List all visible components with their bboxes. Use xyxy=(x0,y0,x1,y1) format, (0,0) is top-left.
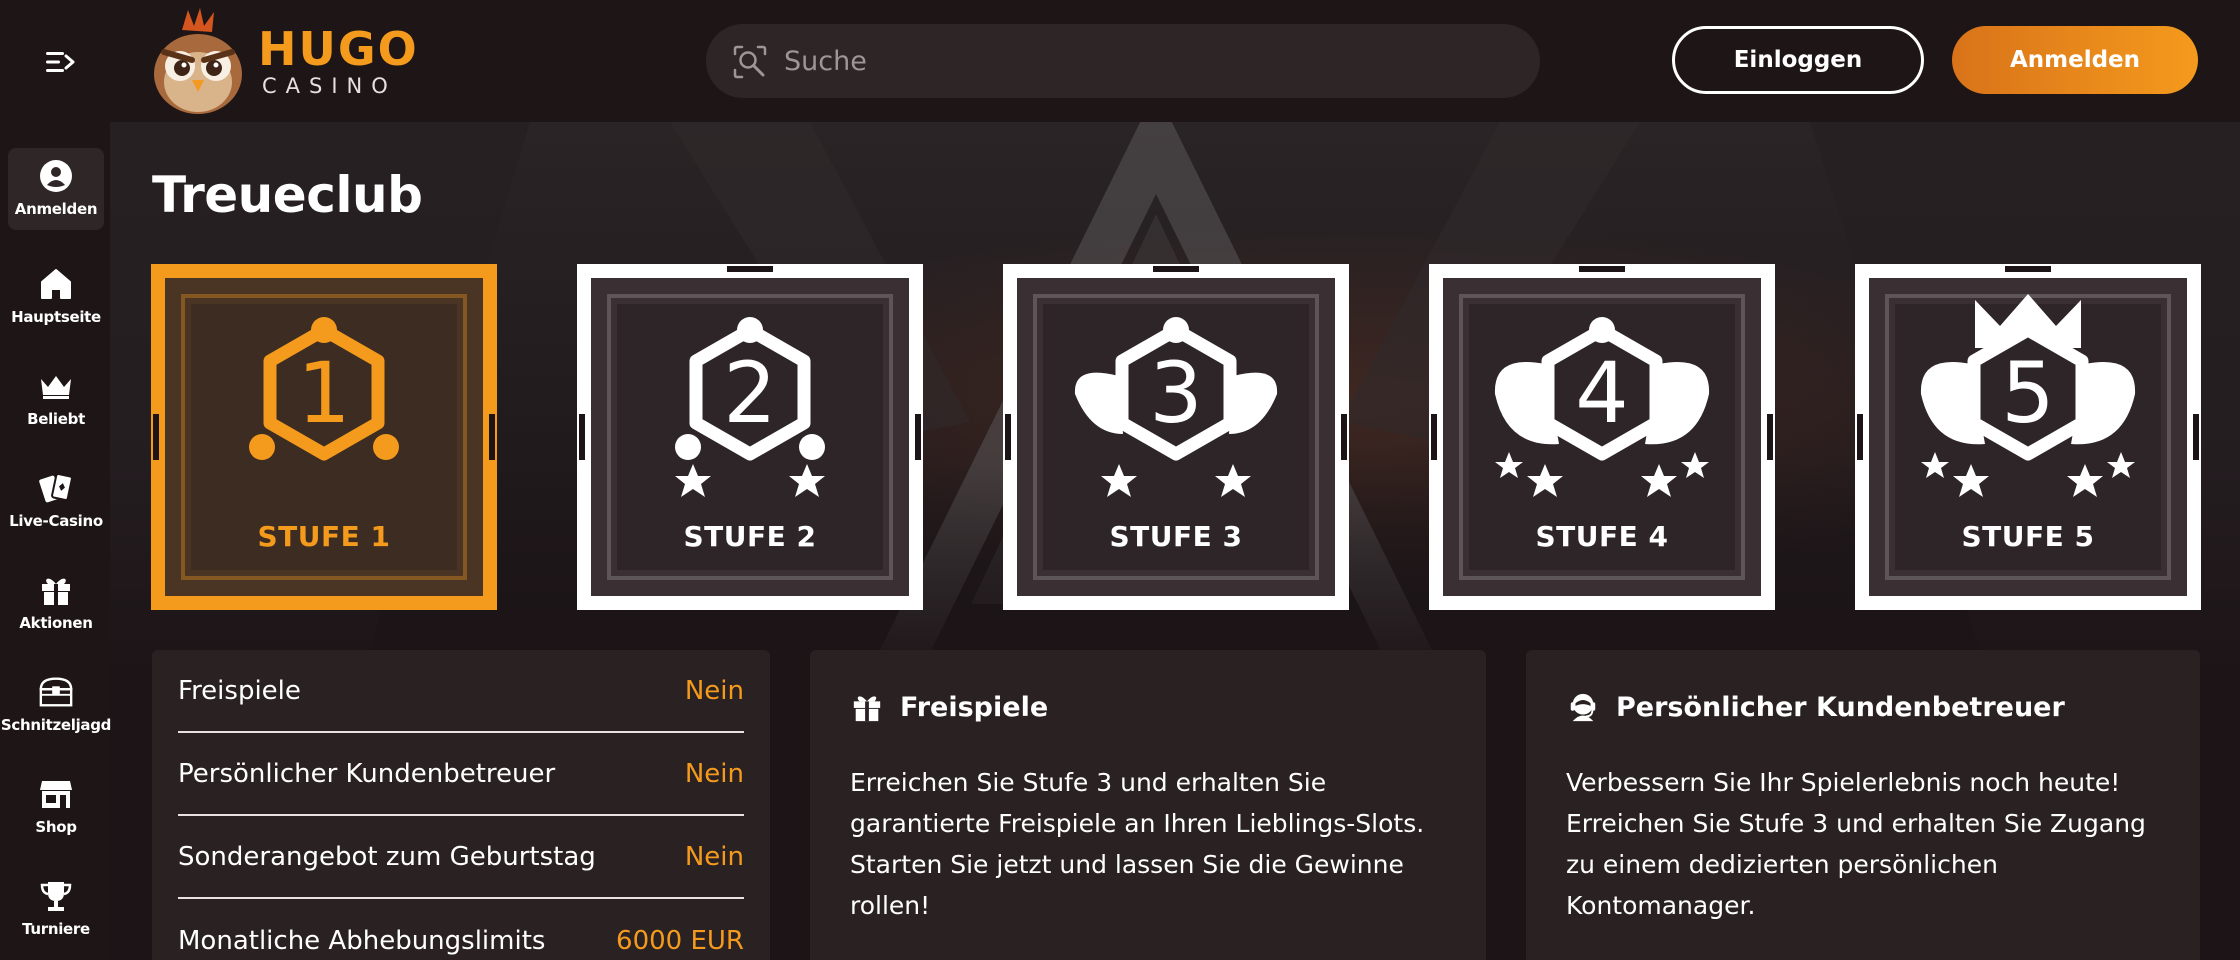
sidebar-item-home[interactable]: Hauptseite xyxy=(8,256,104,338)
info-card-title: Freispiele xyxy=(900,691,1049,723)
shop-icon xyxy=(38,776,74,812)
sidebar-item-tournaments[interactable]: Turniere xyxy=(8,868,104,950)
info-card-text: Verbessern Sie Ihr Spielerlebnis noch he… xyxy=(1566,768,2146,920)
search-bar[interactable] xyxy=(706,24,1540,98)
benefit-label: Persönlicher Kundenbetreuer xyxy=(178,758,556,789)
top-bar: HUGO CASINO Einloggen Anmelden xyxy=(0,0,2240,122)
tier-card-1[interactable]: 1 STUFE 1 xyxy=(151,264,497,610)
benefit-row: Persönlicher Kundenbetreuer Nein xyxy=(178,733,744,816)
logo[interactable]: HUGO CASINO xyxy=(142,8,417,120)
gift-icon xyxy=(38,572,74,608)
sidebar-item-label: Beliebt xyxy=(27,410,85,428)
crown-icon xyxy=(38,368,74,404)
trophy-icon xyxy=(38,878,74,914)
benefits-table: Freispiele Nein Persönlicher Kundenbetre… xyxy=(152,650,770,960)
sidebar-item-label: Anmelden xyxy=(14,200,98,218)
info-card-text: Erreichen Sie Stufe 3 und erhalten Sie g… xyxy=(850,768,1425,920)
sidebar-item-live-casino[interactable]: Live-Casino xyxy=(8,460,104,542)
sidebar-item-label: Turniere xyxy=(22,920,90,938)
cards-icon xyxy=(38,470,74,506)
tier-label: STUFE 1 xyxy=(257,520,391,553)
logo-secondary-text: CASINO xyxy=(262,74,397,98)
svg-text:2: 2 xyxy=(723,344,776,442)
owl-mascot-icon xyxy=(142,8,254,120)
benefit-value: Nein xyxy=(684,675,744,706)
benefit-value: Nein xyxy=(684,841,744,872)
login-button[interactable]: Einloggen xyxy=(1672,26,1924,94)
sidebar-item-label: Shop xyxy=(35,818,77,836)
info-card-free-spins: Freispiele Erreichen Sie Stufe 3 und erh… xyxy=(810,650,1486,960)
sidebar-item-label: Live-Casino xyxy=(9,512,103,530)
page-title: Treueclub xyxy=(152,166,423,224)
benefit-row: Monatliche Abhebungslimits 6000 EUR xyxy=(178,899,744,960)
home-icon xyxy=(38,266,74,302)
sidebar-item-label: Aktionen xyxy=(19,614,93,632)
search-input[interactable] xyxy=(784,38,1504,84)
benefit-value: Nein xyxy=(684,758,744,789)
svg-text:5: 5 xyxy=(2001,344,2054,442)
svg-text:3: 3 xyxy=(1149,344,1202,442)
tier-card-2[interactable]: 2 STUFE 2 xyxy=(577,264,923,610)
sidebar-item-label: Schnitzeljagd xyxy=(0,716,112,734)
tier-label: STUFE 5 xyxy=(1961,520,2095,553)
main-content: Treueclub 1 STUFE 1 2 STUFE 2 3 STUFE 3 … xyxy=(110,122,2240,960)
benefit-row: Freispiele Nein xyxy=(178,650,744,733)
logo-primary-text: HUGO xyxy=(258,22,419,76)
tier-label: STUFE 3 xyxy=(1109,520,1243,553)
sidebar: Anmelden Hauptseite Beliebt Live-Casino xyxy=(0,122,111,960)
benefit-row: Sonderangebot zum Geburtstag Nein xyxy=(178,816,744,899)
benefit-value: 6000 EUR xyxy=(616,925,744,956)
sidebar-item-shop[interactable]: Shop xyxy=(8,766,104,848)
sidebar-item-popular[interactable]: Beliebt xyxy=(8,358,104,440)
user-icon xyxy=(38,158,74,194)
benefit-label: Monatliche Abhebungslimits xyxy=(178,925,546,956)
sidebar-item-label: Hauptseite xyxy=(11,308,101,326)
benefit-label: Freispiele xyxy=(178,675,301,706)
tier-card-4[interactable]: 4 STUFE 4 xyxy=(1429,264,1775,610)
sidebar-item-register[interactable]: Anmelden xyxy=(8,148,104,230)
search-icon xyxy=(732,44,768,80)
info-card-title: Persönlicher Kundenbetreuer xyxy=(1616,691,2065,723)
svg-text:4: 4 xyxy=(1575,344,1628,442)
tier-label: STUFE 2 xyxy=(683,520,817,553)
sidebar-item-promotions[interactable]: Aktionen xyxy=(8,562,104,644)
tier-label: STUFE 4 xyxy=(1535,520,1669,553)
support-agent-icon xyxy=(1566,690,1600,724)
info-card-personal-manager: Persönlicher Kundenbetreuer Verbessern S… xyxy=(1526,650,2200,960)
menu-toggle-icon[interactable] xyxy=(40,44,80,80)
svg-text:1: 1 xyxy=(297,344,350,442)
gift-icon xyxy=(850,690,884,724)
tier-card-3[interactable]: 3 STUFE 3 xyxy=(1003,264,1349,610)
register-button[interactable]: Anmelden xyxy=(1952,26,2198,94)
sidebar-item-treasure-hunt[interactable]: Schnitzeljagd xyxy=(1,664,111,746)
tier-card-5[interactable]: 5 STUFE 5 xyxy=(1855,264,2201,610)
benefit-label: Sonderangebot zum Geburtstag xyxy=(178,841,596,872)
treasure-chest-icon xyxy=(38,674,74,710)
